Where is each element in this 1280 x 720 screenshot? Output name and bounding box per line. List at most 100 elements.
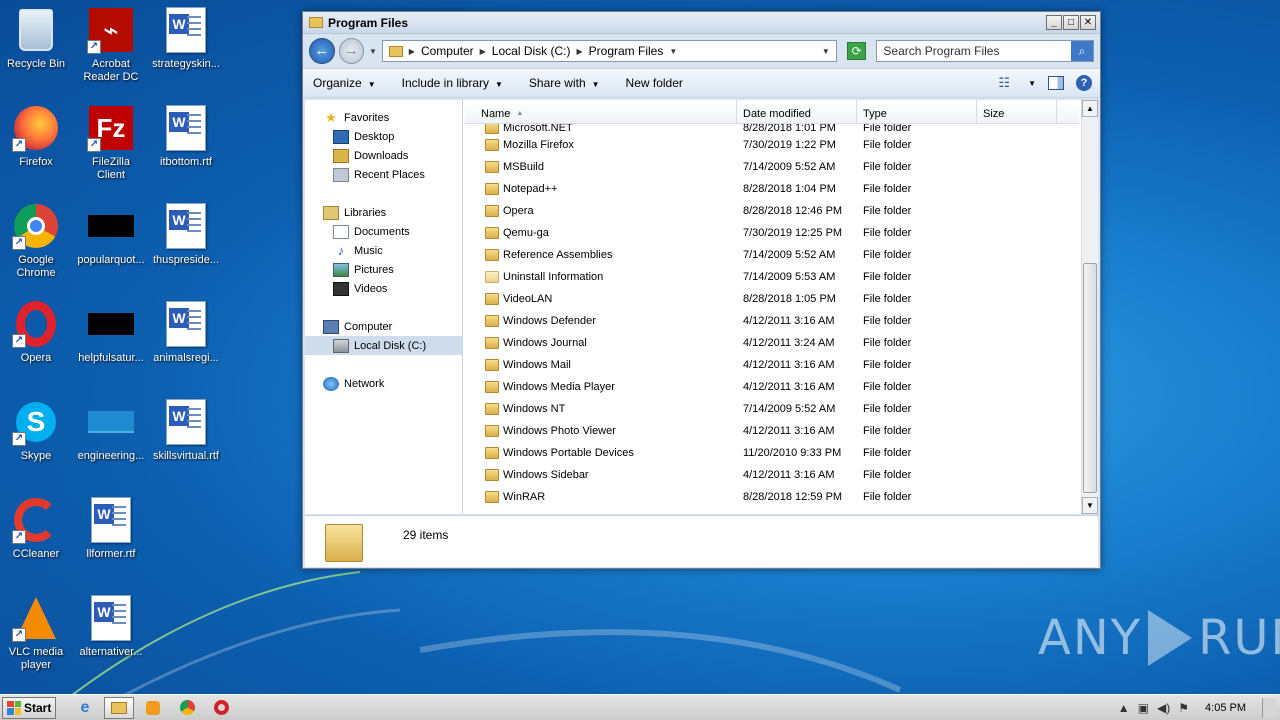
- address-dropdown-icon[interactable]: ▼: [822, 47, 830, 56]
- desktop-shortcut[interactable]: ↗ Firefox: [0, 104, 72, 169]
- desktop-shortcut[interactable]: helpfulsatur...: [75, 300, 147, 365]
- maximize-button[interactable]: □: [1063, 15, 1079, 30]
- breadcrumb-program-files[interactable]: Program Files: [589, 44, 664, 58]
- nav-pictures[interactable]: Pictures: [305, 260, 462, 279]
- column-header-size[interactable]: Size: [977, 100, 1057, 124]
- network-tray-icon[interactable]: ▣: [1138, 701, 1149, 715]
- file-row[interactable]: Windows Portable Devices 11/20/2010 9:33 …: [465, 442, 1079, 464]
- close-button[interactable]: ✕: [1080, 15, 1096, 30]
- column-header-type[interactable]: Type: [857, 100, 977, 124]
- column-header-name[interactable]: Name ▲: [465, 100, 737, 124]
- desktop-shortcut[interactable]: llformer.rtf: [75, 496, 147, 561]
- folder-icon: [325, 524, 363, 562]
- breadcrumb-local-disk[interactable]: Local Disk (C:): [492, 44, 571, 58]
- desktop-shortcut[interactable]: alternativer...: [75, 594, 147, 659]
- desktop-shortcut[interactable]: animalsregi...: [150, 300, 222, 365]
- history-dropdown-icon[interactable]: ▼: [368, 47, 378, 56]
- nav-recent-places[interactable]: Recent Places: [305, 165, 462, 184]
- change-view-icon[interactable]: ☷: [998, 75, 1010, 91]
- desktop-shortcut[interactable]: ↗ Google Chrome: [0, 202, 72, 280]
- search-input[interactable]: Search Program Files ⌕: [876, 40, 1094, 62]
- taskbar-explorer[interactable]: [104, 696, 134, 719]
- taskbar-opera[interactable]: [206, 697, 236, 719]
- desktop-shortcut[interactable]: engineering...: [75, 398, 147, 463]
- breadcrumb-computer[interactable]: Computer: [421, 44, 474, 58]
- nav-downloads[interactable]: Downloads: [305, 146, 462, 165]
- forward-button[interactable]: →: [338, 38, 364, 64]
- desktop-shortcut[interactable]: skillsvirtual.rtf: [150, 398, 222, 463]
- desktop-shortcut[interactable]: Fz ↗ FileZilla Client: [75, 104, 147, 182]
- nav-label: Libraries: [344, 206, 387, 219]
- file-name-cell: WinRAR: [465, 491, 737, 503]
- minimize-button[interactable]: _: [1046, 15, 1062, 30]
- file-row[interactable]: Qemu-ga 7/30/2019 12:25 PM File folder: [465, 222, 1079, 244]
- nav-computer[interactable]: Computer: [305, 317, 462, 336]
- item-count: 29 items: [403, 528, 449, 542]
- desktop-shortcut[interactable]: popularquot...: [75, 202, 147, 267]
- file-row[interactable]: Mozilla Firefox 7/30/2019 1:22 PM File fol…: [465, 134, 1079, 156]
- file-row[interactable]: Uninstall Information 7/14/2009 5:53 AM Fi…: [465, 266, 1079, 288]
- address-bar[interactable]: ▶ Computer ▶ Local Disk (C:) ▶ Program F…: [381, 40, 837, 62]
- file-row[interactable]: WinRAR 8/28/2018 12:59 PM File folder: [465, 486, 1079, 508]
- nav-favorites[interactable]: ★ Favorites: [305, 108, 462, 127]
- scroll-down-icon[interactable]: ▼: [1082, 497, 1098, 514]
- nav-videos[interactable]: Videos: [305, 279, 462, 298]
- start-button[interactable]: Start: [2, 696, 56, 719]
- scroll-thumb[interactable]: [1083, 263, 1097, 493]
- scroll-up-icon[interactable]: ▲: [1082, 100, 1098, 117]
- back-button[interactable]: ←: [309, 38, 335, 64]
- preview-pane-icon[interactable]: [1048, 76, 1064, 90]
- show-hidden-icons-icon[interactable]: ▲: [1118, 701, 1130, 715]
- desktop-shortcut[interactable]: Recycle Bin: [0, 6, 72, 71]
- breadcrumb-separator-icon[interactable]: ▶: [480, 47, 486, 56]
- vertical-scrollbar[interactable]: ▲ ▼: [1081, 100, 1098, 514]
- breadcrumb-separator-icon[interactable]: ▶: [576, 47, 582, 56]
- file-row[interactable]: Opera 8/28/2018 12:46 PM File folder: [465, 200, 1079, 222]
- desktop-shortcut[interactable]: S ↗ Skype: [0, 398, 72, 463]
- taskbar-chrome[interactable]: [172, 697, 202, 719]
- file-row[interactable]: Windows Media Player 4/12/2011 3:16 AM Fil…: [465, 376, 1079, 398]
- organize-button[interactable]: Organize ▼: [313, 76, 376, 90]
- share-with-button[interactable]: Share with ▼: [529, 76, 600, 90]
- file-row[interactable]: Windows Journal 4/12/2011 3:24 AM File fol…: [465, 332, 1079, 354]
- desktop-shortcut[interactable]: thuspreside...: [150, 202, 222, 267]
- new-folder-button[interactable]: New folder: [626, 76, 683, 90]
- nav-music[interactable]: ♪ Music: [305, 241, 462, 260]
- show-desktop-button[interactable]: [1262, 698, 1276, 718]
- desktop-shortcut[interactable]: ↗ Opera: [0, 300, 72, 365]
- desktop-shortcut[interactable]: ⌁ ↗ Acrobat Reader DC: [75, 6, 147, 84]
- desktop-shortcut[interactable]: strategyskin...: [150, 6, 222, 71]
- file-row[interactable]: Reference Assemblies 7/14/2009 5:52 AM Fil…: [465, 244, 1079, 266]
- clock[interactable]: 4:05 PM: [1205, 702, 1246, 714]
- window-titlebar[interactable]: Program Files _ □ ✕: [303, 12, 1100, 34]
- nav-local-disk[interactable]: Local Disk (C:): [305, 336, 462, 355]
- nav-documents[interactable]: Documents: [305, 222, 462, 241]
- desktop-shortcut[interactable]: ↗ CCleaner: [0, 496, 72, 561]
- column-header-date[interactable]: Date modified: [737, 100, 857, 124]
- volume-icon[interactable]: ◀): [1157, 701, 1170, 715]
- nav-libraries[interactable]: Libraries: [305, 203, 462, 222]
- file-row[interactable]: MSBuild 7/14/2009 5:52 AM File folder: [465, 156, 1079, 178]
- breadcrumb-separator-icon[interactable]: ▼: [669, 47, 677, 56]
- file-row[interactable]: Windows Sidebar 4/12/2011 3:16 AM File fol…: [465, 464, 1079, 486]
- help-icon[interactable]: ?: [1076, 75, 1092, 91]
- refresh-button[interactable]: ⟳: [846, 42, 867, 60]
- nav-network[interactable]: Network: [305, 374, 462, 393]
- file-row[interactable]: Windows Defender 4/12/2011 3:16 AM File fo…: [465, 310, 1079, 332]
- view-dropdown-icon[interactable]: ▼: [1028, 79, 1036, 88]
- desktop-shortcut[interactable]: ↗ VLC media player: [0, 594, 72, 672]
- file-row[interactable]: Windows Photo Viewer 4/12/2011 3:16 AM Fil…: [465, 420, 1079, 442]
- include-in-library-button[interactable]: Include in library ▼: [402, 76, 503, 90]
- file-row[interactable]: Notepad++ 8/28/2018 1:04 PM File folder: [465, 178, 1079, 200]
- taskbar-media-player[interactable]: [138, 697, 168, 719]
- file-row[interactable]: Microsoft.NET 8/28/2018 1:01 PM File folde…: [465, 124, 1079, 134]
- nav-desktop[interactable]: Desktop: [305, 127, 462, 146]
- action-center-flag-icon[interactable]: ⚑: [1178, 701, 1189, 715]
- file-row[interactable]: Windows Mail 4/12/2011 3:16 AM File folder: [465, 354, 1079, 376]
- search-icon[interactable]: ⌕: [1071, 41, 1093, 61]
- desktop-shortcut[interactable]: itbottom.rtf: [150, 104, 222, 169]
- breadcrumb-separator-icon[interactable]: ▶: [409, 47, 415, 56]
- file-row[interactable]: Windows NT 7/14/2009 5:52 AM File folder: [465, 398, 1079, 420]
- taskbar-internet-explorer[interactable]: e: [70, 697, 100, 719]
- file-row[interactable]: VideoLAN 8/28/2018 1:05 PM File folder: [465, 288, 1079, 310]
